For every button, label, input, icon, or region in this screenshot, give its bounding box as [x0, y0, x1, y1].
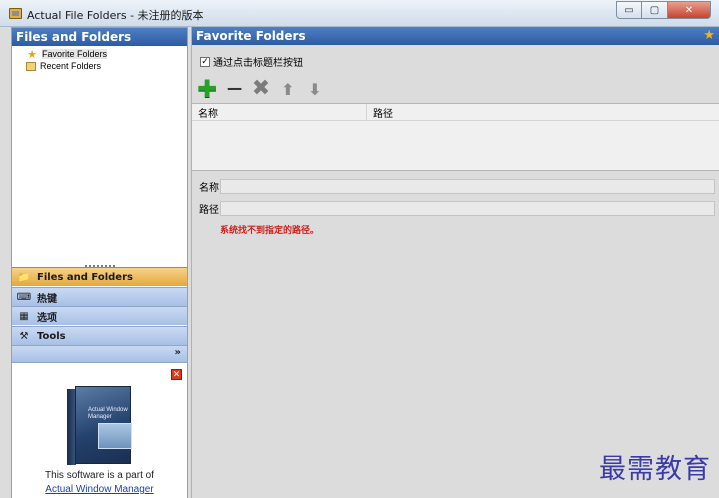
tree-item-label: Recent Folders — [40, 61, 102, 71]
name-field[interactable] — [220, 179, 715, 194]
checkbox-label: 通过点击标题栏按钮 — [213, 58, 303, 69]
panel-title: Favorite Folders — [196, 29, 306, 43]
product-box-image: Actual Window Manager — [67, 386, 132, 466]
arrow-down-icon[interactable]: ⬇ — [304, 78, 326, 100]
close-button[interactable]: ✕ — [668, 1, 711, 19]
nav-label: Tools — [37, 330, 66, 342]
list-header: 名称 路径 — [192, 104, 719, 121]
maximize-button[interactable]: ▢ — [642, 1, 668, 19]
watermark: 最需教育 — [599, 454, 711, 485]
product-box-text: Actual Window Manager — [88, 407, 128, 420]
folder-tree: ★ Favorite Folders Recent Folders — [12, 46, 187, 72]
add-icon[interactable]: ✚ — [196, 77, 218, 101]
minimize-button[interactable]: ▭ — [616, 1, 642, 19]
name-label: 名称 — [199, 183, 219, 194]
left-panel: Files and Folders ★ Favorite Folders Rec… — [11, 27, 188, 498]
tree-item-recent-folders[interactable]: Recent Folders — [26, 60, 187, 72]
arrow-up-icon[interactable]: ⬆ — [277, 78, 299, 100]
nav-label: Files and Folders — [37, 271, 133, 283]
right-panel: Favorite Folders ★ ✓ 通过点击标题栏按钮 ✚ ━━ ✖ ⬆ … — [191, 27, 719, 498]
nav-options[interactable]: ▦ 选项 — [12, 306, 187, 325]
checkbox[interactable]: ✓ — [200, 56, 210, 67]
nav-label: 热键 — [37, 293, 57, 305]
nav-tools[interactable]: ⚒ Tools — [12, 326, 187, 345]
nav-hotkeys[interactable]: ⌨ 热键 — [12, 287, 187, 306]
options-icon: ▦ — [19, 310, 29, 322]
ad-close-icon[interactable]: ✕ — [171, 369, 182, 380]
window-controls: ▭ ▢ ✕ — [616, 1, 711, 19]
star-icon: ★ — [27, 48, 37, 61]
favorites-list[interactable]: 名称 路径 — [192, 103, 719, 171]
left-panel-header: Files and Folders — [12, 28, 187, 46]
nav-label: 选项 — [37, 312, 57, 324]
toolbar: ✚ ━━ ✖ ⬆ ⬇ — [196, 77, 331, 101]
keyboard-icon: ⌨ — [16, 291, 32, 303]
delete-icon[interactable]: ✖ — [250, 78, 272, 100]
path-row: 路径 — [192, 201, 715, 216]
titlebar-button-option[interactable]: ✓ 通过点击标题栏按钮 — [200, 54, 303, 69]
nav-files-and-folders[interactable]: 📁 Files and Folders — [12, 267, 187, 286]
path-field[interactable] — [220, 201, 715, 216]
folder-icon — [26, 61, 36, 71]
remove-icon[interactable]: ━━ — [223, 78, 245, 100]
star-icon[interactable]: ★ — [703, 28, 715, 43]
name-row: 名称 — [192, 179, 715, 194]
error-message: 系统找不到指定的路径。 — [220, 226, 320, 236]
chevron-double-right-icon[interactable]: » — [175, 347, 181, 358]
right-panel-header: Favorite Folders ★ — [192, 27, 719, 45]
path-label: 路径 — [199, 205, 219, 216]
ad-text: This software is a part of — [45, 470, 154, 481]
ad-area: ✕ Actual Window Manager This software is… — [12, 364, 187, 498]
ad-link[interactable]: Actual Window Manager — [12, 484, 187, 495]
tools-icon: ⚒ — [19, 330, 29, 342]
nav-overflow-bar: » — [12, 345, 187, 363]
column-header-name[interactable]: 名称 — [192, 104, 367, 120]
title-bar: Actual File Folders - 未注册的版本 ▭ ▢ ✕ — [0, 0, 719, 27]
window-title: Actual File Folders - 未注册的版本 — [27, 9, 204, 22]
column-header-path[interactable]: 路径 — [367, 105, 393, 120]
files-folders-icon: 📁 — [17, 271, 31, 283]
tree-item-label: Favorite Folders — [42, 49, 108, 59]
tree-item-favorite-folders[interactable]: ★ Favorite Folders — [26, 48, 187, 61]
app-icon — [9, 8, 22, 19]
